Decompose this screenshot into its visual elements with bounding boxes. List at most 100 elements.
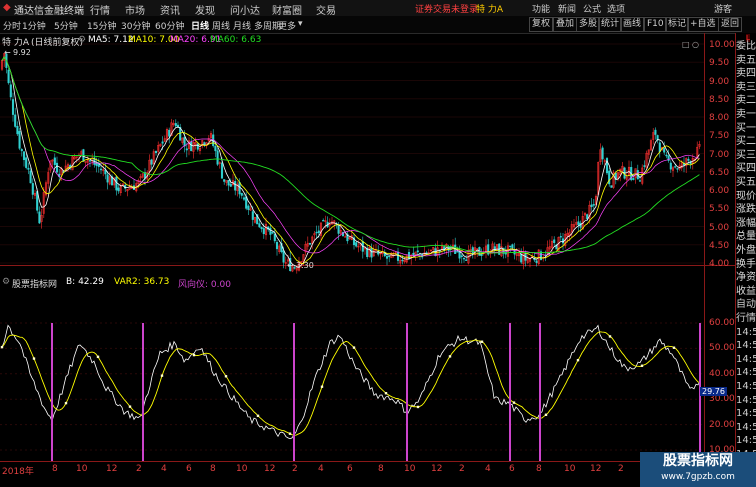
indicator-gear-icon[interactable]: ⚙ xyxy=(2,277,10,287)
quote-item-label[interactable]: 卖三 xyxy=(736,81,756,94)
collapse-icon[interactable]: ○ xyxy=(692,40,699,49)
quote-item-label[interactable]: 自动 xyxy=(736,298,756,311)
quote-item-label[interactable]: 卖五 xyxy=(736,54,756,67)
multi-stock-button[interactable]: 多股 xyxy=(576,17,601,32)
candle-body xyxy=(663,148,666,153)
f10-button[interactable]: F10 xyxy=(644,17,667,32)
signal-bars xyxy=(51,323,701,461)
chevron-down-icon[interactable]: ▾ xyxy=(298,19,303,29)
candle-body xyxy=(154,150,158,154)
login-notice[interactable]: 证券交易未登录 xyxy=(415,2,478,15)
menu-gongneng[interactable]: 功能 xyxy=(532,2,550,15)
var2-marker xyxy=(0,345,4,349)
menu-faxian[interactable]: 发现 xyxy=(195,2,215,17)
quote-item-label[interactable]: 买三 xyxy=(736,149,756,162)
menu-zixun[interactable]: 资讯 xyxy=(160,2,180,17)
quote-item-label[interactable]: 涨跌 xyxy=(736,203,756,216)
quote-item-label[interactable]: 14:5 xyxy=(736,394,756,407)
candle-body xyxy=(273,233,276,242)
period-multi[interactable]: 多周期 xyxy=(254,19,281,32)
menu-wenxiaoda[interactable]: 问小达 xyxy=(230,2,260,17)
period-60min[interactable]: 60分钟 xyxy=(155,19,184,32)
quote-item-label[interactable]: 外盘 xyxy=(736,244,756,257)
var2-marker xyxy=(448,355,452,358)
quote-item-label[interactable]: 行情 xyxy=(736,312,756,325)
period-more[interactable]: 更多 xyxy=(278,19,296,32)
price-tick: 10.00 xyxy=(709,40,735,50)
candle-body xyxy=(240,193,243,196)
ma5-label: MA5: 7.12 xyxy=(88,35,134,45)
fuquan-button[interactable]: 复权 xyxy=(529,17,554,32)
user-label[interactable]: 游客 xyxy=(714,2,732,15)
menu-jiaoyi[interactable]: 交易 xyxy=(316,2,336,17)
var2-marker xyxy=(192,353,196,357)
indicator-name[interactable]: 股票指标网 xyxy=(12,277,57,290)
quote-item-label[interactable]: 买一 xyxy=(736,122,756,135)
candle-body xyxy=(247,205,250,210)
period-30min[interactable]: 30分钟 xyxy=(121,19,150,32)
period-monthly[interactable]: 月线 xyxy=(233,19,251,32)
overlay-button[interactable]: 叠加 xyxy=(553,17,578,32)
quote-item-label[interactable]: 14:5 xyxy=(736,380,756,393)
quote-item-label[interactable]: 14:5 xyxy=(736,421,756,434)
period-5min[interactable]: 5分钟 xyxy=(54,19,78,32)
date-tick: 4 xyxy=(161,464,167,474)
menu-gongshi[interactable]: 公式 xyxy=(583,2,601,15)
quote-item-label[interactable]: 14:5 xyxy=(736,353,756,366)
draw-button[interactable]: 画线 xyxy=(620,17,645,32)
quote-item-label[interactable]: 14:5 xyxy=(736,339,756,352)
quote-item-label[interactable]: 净资 xyxy=(736,271,756,284)
stats-button[interactable]: 统计 xyxy=(598,17,623,32)
stock-label: 特 力A xyxy=(2,38,30,48)
candle-body xyxy=(535,260,538,263)
period-1min[interactable]: 1分钟 xyxy=(22,19,46,32)
gear-icon[interactable]: ⚙ xyxy=(78,35,86,45)
period-15min[interactable]: 15分钟 xyxy=(87,19,116,32)
menu-xuanxiang[interactable]: 选项 xyxy=(607,2,625,15)
quote-item-label[interactable]: 卖一 xyxy=(736,108,756,121)
var2-marker xyxy=(544,413,548,416)
period-daily[interactable]: 日线 xyxy=(191,19,209,32)
menu-xinwen[interactable]: 新闻 xyxy=(558,2,576,15)
quote-item-label[interactable]: 14:5 xyxy=(736,407,756,420)
candle-body xyxy=(665,154,668,157)
menu-caifuquan[interactable]: 财富圈 xyxy=(272,2,302,17)
mark-button[interactable]: 标记 xyxy=(665,17,690,32)
quote-item-label[interactable]: 买四 xyxy=(736,162,756,175)
menu-shichang[interactable]: 市场 xyxy=(125,2,145,17)
period-weekly[interactable]: 周线 xyxy=(212,19,230,32)
date-tick: 8 xyxy=(536,464,542,474)
candle-body xyxy=(20,149,23,152)
quote-item-label[interactable]: 总量 xyxy=(736,230,756,243)
candle-body xyxy=(38,211,41,224)
candle-body xyxy=(465,259,468,261)
indicator-tick: 50.00 xyxy=(709,343,735,353)
candle-body xyxy=(106,174,109,183)
candle-body xyxy=(592,204,595,206)
quote-item-label[interactable]: 委比 xyxy=(736,40,756,53)
add-favorite-button[interactable]: +自选 xyxy=(687,17,719,32)
quote-item-label[interactable]: 买二 xyxy=(736,135,756,148)
expand-icon[interactable]: □ xyxy=(682,40,690,49)
quote-item-label[interactable]: 卖二 xyxy=(736,94,756,107)
back-button[interactable]: 返回 xyxy=(718,17,743,32)
quote-item-label[interactable]: 14:5 xyxy=(736,326,756,339)
quote-item-label[interactable]: 14:5 xyxy=(736,366,756,379)
quote-item-label[interactable]: 收益 xyxy=(736,285,756,298)
candle-body xyxy=(643,165,646,167)
candle-body xyxy=(203,142,206,145)
period-fenshi[interactable]: 分时 xyxy=(3,19,21,32)
quote-item-label[interactable]: 现价 xyxy=(736,190,756,203)
quote-item-label[interactable]: 买五 xyxy=(736,176,756,189)
candle-body xyxy=(53,157,56,165)
quote-item-label[interactable]: 卖四 xyxy=(736,67,756,80)
quote-item-label[interactable]: 14:5 xyxy=(736,434,756,447)
candlestick-series[interactable] xyxy=(0,51,701,274)
chart-area[interactable] xyxy=(0,33,736,477)
title-bar: ◆ 通达信金融终端 行情 市场 资讯 发现 问小达 财富圈 交易 证券交易未登录… xyxy=(0,0,756,17)
quote-item-label[interactable]: 涨幅 xyxy=(736,217,756,230)
candle-body xyxy=(315,231,318,234)
candle-body xyxy=(687,158,690,161)
menu-hangqing[interactable]: 行情 xyxy=(90,2,110,17)
quote-item-label[interactable]: 换手 xyxy=(736,258,756,271)
